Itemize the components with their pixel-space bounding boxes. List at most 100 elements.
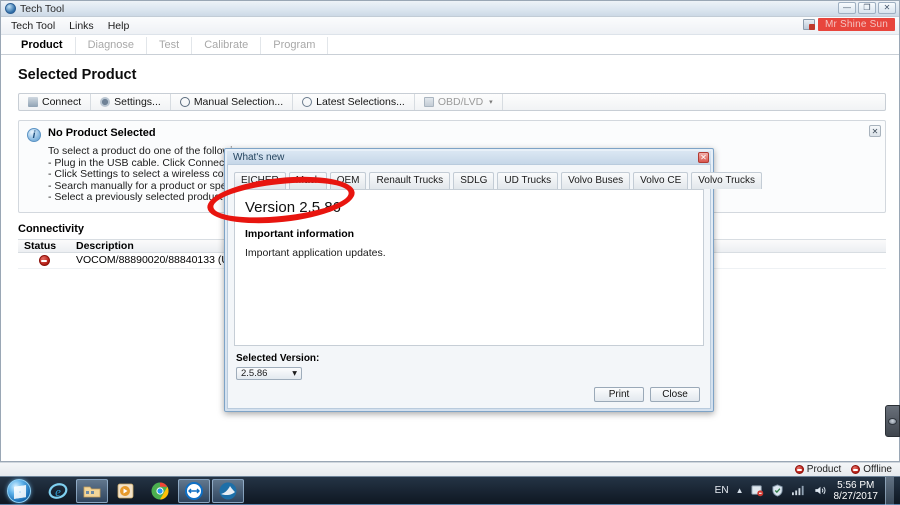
whats-new-dialog: What's new ✕ EICHER Mack OEM Renault Tru… (224, 148, 714, 412)
dialog-tab-mack[interactable]: Mack (289, 172, 327, 189)
app-status-bar: Product Offline (0, 462, 900, 476)
info-panel-title: No Product Selected (48, 127, 156, 139)
dialog-body: EICHER Mack OEM Renault Trucks SDLG UD T… (227, 164, 711, 409)
windows-explorer-icon (82, 481, 102, 501)
taskbar-item-internet-explorer[interactable]: e (42, 479, 74, 503)
dialog-brand-tabs: EICHER Mack OEM Renault Trucks SDLG UD T… (228, 165, 710, 189)
windows-taskbar: e (0, 476, 900, 504)
dialog-tab-renault-trucks[interactable]: Renault Trucks (369, 172, 450, 189)
user-name-label: Mr Shine Sun (818, 18, 895, 31)
overlay-handle-icon[interactable] (885, 405, 900, 437)
menu-item-links[interactable]: Links (69, 20, 94, 32)
dialog-tab-sdlg[interactable]: SDLG (453, 172, 494, 189)
tech-tool-icon (218, 481, 238, 501)
taskbar-items: e (42, 479, 244, 503)
google-chrome-icon (150, 481, 170, 501)
media-player-icon (116, 481, 136, 501)
overlay-handle-glyph (888, 418, 897, 425)
not-connected-icon (39, 255, 50, 266)
system-tray: EN ▲ 5:56 PM 8/2 (715, 477, 900, 505)
desktop: Tech Tool — ❐ ✕ Tech Tool Links Help Mr … (0, 0, 900, 504)
obd-lvd-label: OBD/LVD (438, 96, 483, 108)
column-header-status: Status (18, 240, 70, 252)
show-desktop-button[interactable] (885, 477, 894, 505)
tab-diagnose[interactable]: Diagnose (76, 37, 147, 54)
clock-date: 8/27/2017 (834, 491, 879, 502)
menu-bar: Tech Tool Links Help Mr Shine Sun (1, 17, 899, 35)
taskbar-item-teamviewer[interactable] (178, 479, 210, 503)
connect-label: Connect (42, 96, 81, 108)
maximize-button[interactable]: ❐ (858, 2, 876, 14)
dialog-close-icon[interactable]: ✕ (698, 152, 709, 163)
taskbar-item-windows-explorer[interactable] (76, 479, 108, 503)
tab-test[interactable]: Test (147, 37, 192, 54)
tray-expand-icon[interactable]: ▲ (736, 486, 744, 495)
internet-explorer-icon: e (48, 481, 68, 501)
product-toolbar: Connect Settings... Manual Selection... … (18, 93, 886, 111)
ribbon-tabs: Product Diagnose Test Calibrate Program (1, 35, 899, 55)
status-badge-offline[interactable]: Offline (851, 464, 892, 475)
network-icon[interactable] (791, 484, 806, 497)
print-button[interactable]: Print (594, 387, 644, 402)
tray-language-label[interactable]: EN (715, 485, 729, 496)
dialog-tab-ud-trucks[interactable]: UD Trucks (497, 172, 558, 189)
taskbar-item-tech-tool[interactable] (212, 479, 244, 503)
settings-label: Settings... (114, 96, 161, 108)
taskbar-clock[interactable]: 5:56 PM 8/27/2017 (834, 480, 879, 502)
taskbar-item-media-player[interactable] (110, 479, 142, 503)
teamviewer-icon (184, 481, 204, 501)
window-titlebar: Tech Tool — ❐ ✕ (1, 1, 899, 17)
clock-time: 5:56 PM (837, 480, 874, 491)
version-heading: Version 2.5.86 (245, 199, 693, 216)
latest-selections-button[interactable]: Latest Selections... (293, 94, 415, 110)
action-center-icon[interactable] (751, 484, 764, 497)
tab-program[interactable]: Program (261, 37, 328, 54)
clock-icon (302, 97, 312, 107)
volume-icon[interactable] (813, 484, 827, 497)
tab-calibrate[interactable]: Calibrate (192, 37, 261, 54)
status-badge-product[interactable]: Product (795, 464, 841, 475)
svg-text:e: e (55, 484, 61, 499)
manual-selection-label: Manual Selection... (194, 96, 283, 108)
obd-lvd-dropdown[interactable]: OBD/LVD ▾ (415, 94, 503, 110)
connect-button[interactable]: Connect (19, 94, 91, 110)
status-product-label: Product (807, 464, 841, 475)
selected-version-value: 2.5.86 (241, 368, 267, 379)
page-title: Selected Product (18, 67, 887, 83)
window-controls: — ❐ ✕ (838, 2, 896, 14)
status-offline-label: Offline (863, 464, 892, 475)
latest-selections-label: Latest Selections... (316, 96, 405, 108)
important-info-body: Important application updates. (245, 247, 693, 259)
menu-item-tech-tool[interactable]: Tech Tool (11, 20, 55, 32)
magnifier-icon (180, 97, 190, 107)
status-cell (18, 255, 70, 266)
start-button[interactable] (2, 478, 36, 504)
settings-button[interactable]: Settings... (91, 94, 171, 110)
dialog-footer: Print Close (228, 380, 710, 408)
status-red-icon (795, 465, 804, 474)
status-red-icon (851, 465, 860, 474)
menu-item-help[interactable]: Help (108, 20, 130, 32)
close-button[interactable]: Close (650, 387, 700, 402)
tab-product[interactable]: Product (9, 37, 76, 54)
taskbar-item-google-chrome[interactable] (144, 479, 176, 503)
info-panel-close-icon[interactable]: ✕ (869, 125, 881, 137)
chevron-down-icon: ▾ (489, 98, 493, 106)
dialog-content-area: Version 2.5.86 Important information Imp… (234, 189, 704, 346)
dialog-tab-eicher[interactable]: EICHER (234, 172, 286, 189)
selected-version-dropdown[interactable]: 2.5.86 ▾ (236, 367, 302, 380)
close-button[interactable]: ✕ (878, 2, 896, 14)
dialog-tab-volvo-buses[interactable]: Volvo Buses (561, 172, 630, 189)
minimize-button[interactable]: — (838, 2, 856, 14)
antivirus-icon[interactable] (771, 484, 784, 497)
dialog-titlebar: What's new ✕ (227, 151, 711, 164)
info-icon: i (27, 128, 41, 142)
plug-icon (28, 97, 38, 107)
user-account-badge[interactable]: Mr Shine Sun (803, 18, 895, 31)
dialog-tab-volvo-trucks[interactable]: Volvo Trucks (691, 172, 762, 189)
dialog-tab-oem[interactable]: OEM (330, 172, 367, 189)
dialog-tab-volvo-ce[interactable]: Volvo CE (633, 172, 688, 189)
manual-selection-button[interactable]: Manual Selection... (171, 94, 293, 110)
volvo-tech-tool-icon (5, 3, 16, 14)
window-title: Tech Tool (20, 3, 64, 15)
